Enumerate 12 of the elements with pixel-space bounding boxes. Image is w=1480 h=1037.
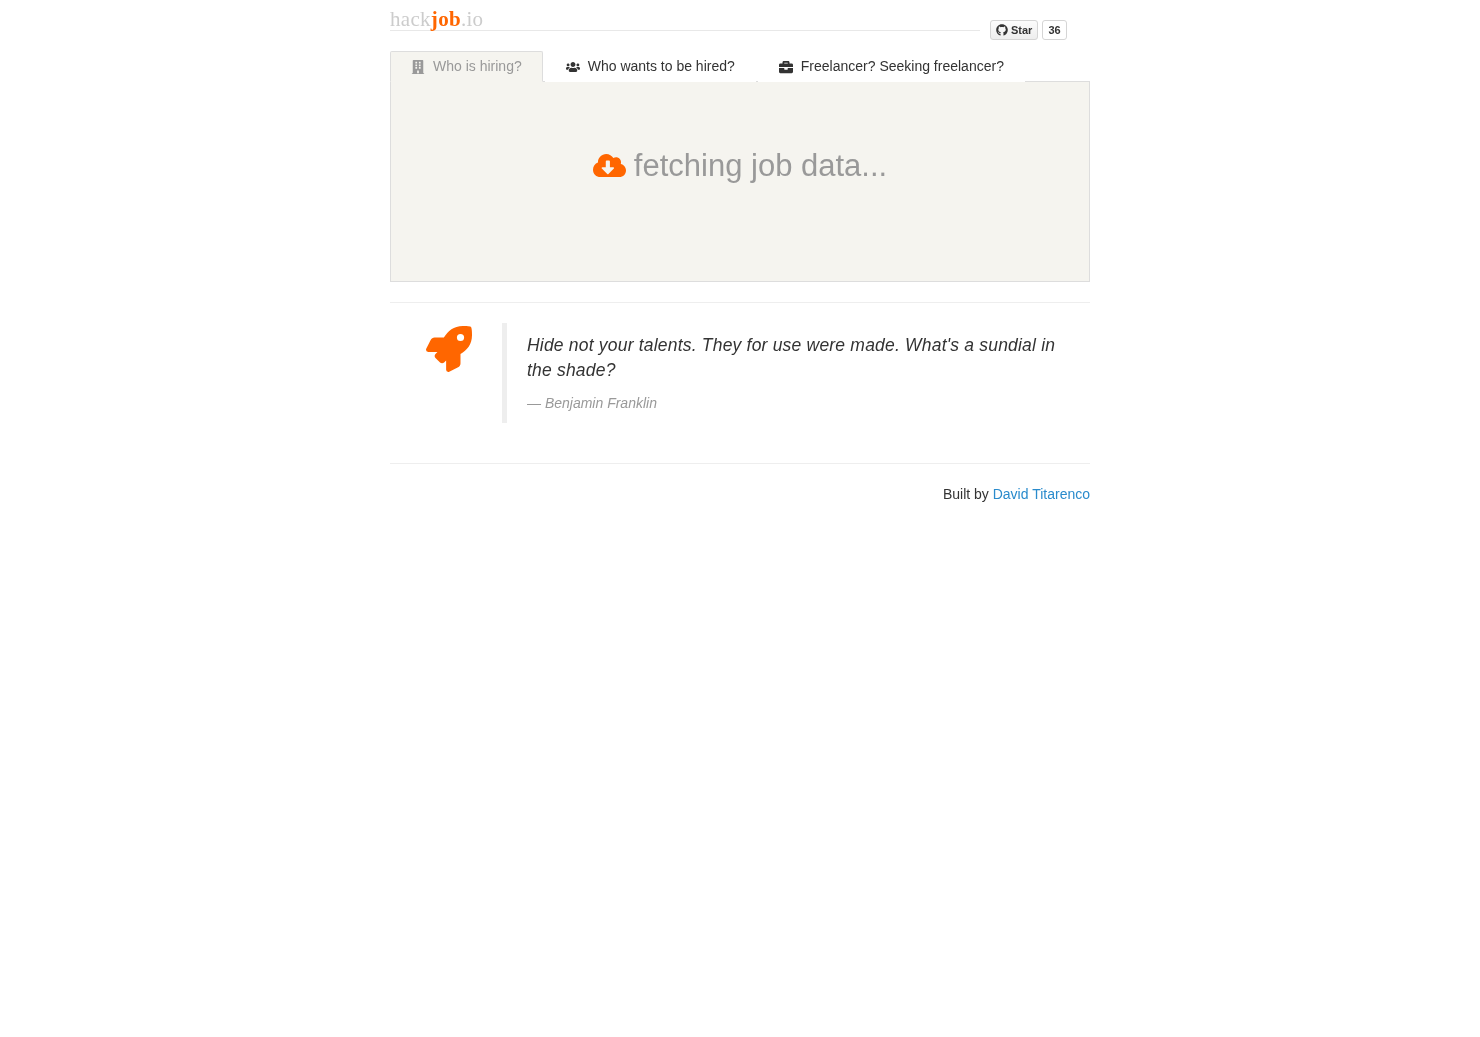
github-star-button[interactable]: Star bbox=[990, 20, 1039, 40]
building-icon bbox=[411, 59, 425, 74]
star-count[interactable]: 36 bbox=[1042, 20, 1067, 40]
users-icon bbox=[565, 59, 580, 74]
github-icon bbox=[996, 24, 1008, 36]
quote-text: Hide not your talents. They for use were made. What's a sundial in the shade? bbox=[527, 334, 1057, 382]
quote-author: — Benjamin Franklin bbox=[527, 394, 658, 413]
loading-message: fetching job data... bbox=[633, 148, 888, 184]
rocket-icon bbox=[426, 326, 472, 372]
briefcase-icon bbox=[778, 59, 793, 74]
author-link[interactable]: David Titarenco bbox=[992, 486, 1090, 502]
footer-credit: Built by David Titarenco bbox=[942, 485, 1090, 504]
